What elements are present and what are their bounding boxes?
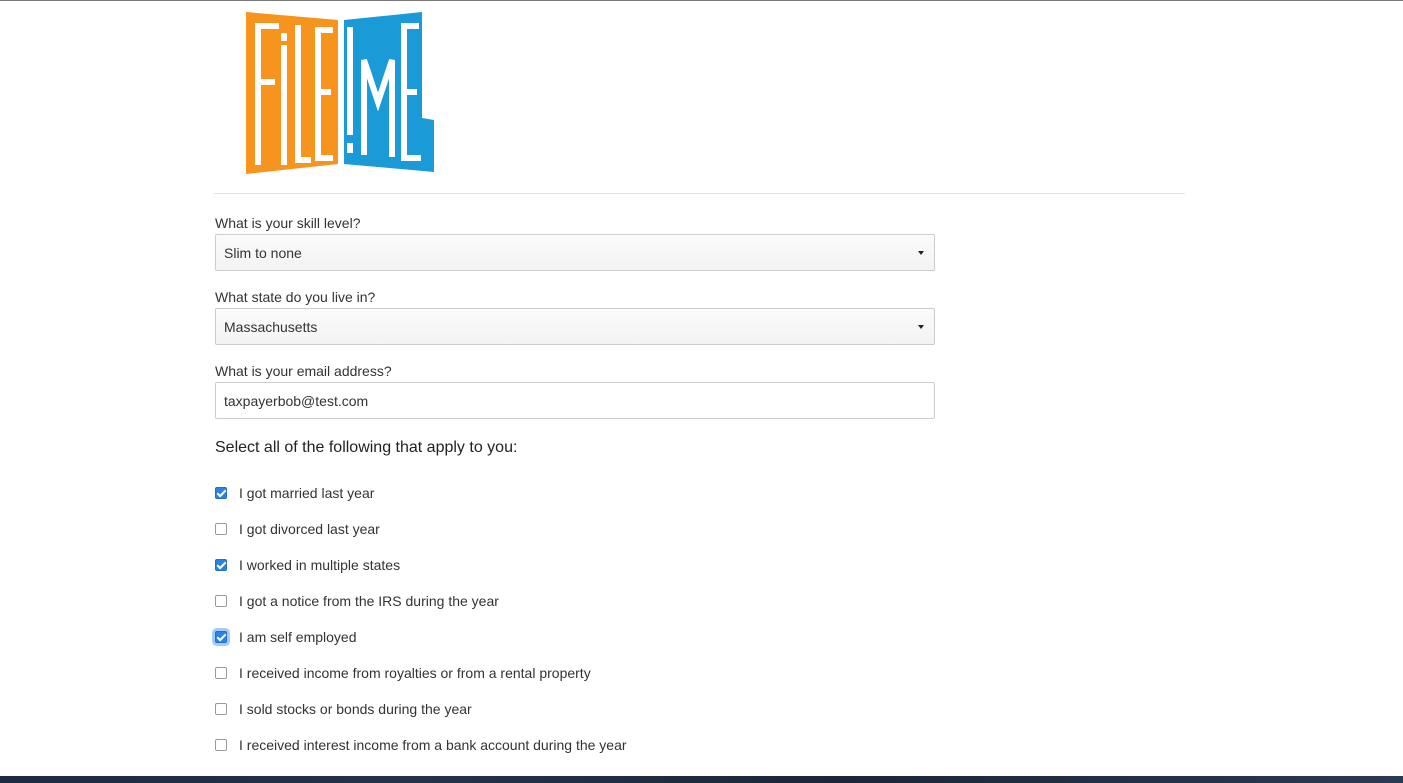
checklist-item-label: I got married last year	[239, 485, 375, 501]
checkbox[interactable]	[215, 487, 227, 499]
state-value: Massachusetts	[224, 319, 318, 335]
checklist-item-label: I got a notice from the IRS during the y…	[239, 593, 499, 609]
email-label: What is your email address?	[215, 363, 392, 379]
chevron-down-icon	[918, 325, 924, 329]
checklist-heading: Select all of the following that apply t…	[215, 439, 518, 456]
checklist-item-label: I received income from royalties or from…	[239, 665, 591, 681]
checkbox[interactable]	[215, 595, 227, 607]
checkbox[interactable]	[215, 703, 227, 715]
skill-level-select[interactable]: Slim to none	[215, 234, 935, 271]
window-top-border	[0, 0, 1403, 1]
checkbox[interactable]	[215, 667, 227, 679]
checklist-item-label: I worked in multiple states	[239, 557, 401, 573]
desktop-background-strip	[0, 776, 1403, 783]
fileme-logo	[246, 12, 434, 174]
skill-level-label: What is your skill level?	[215, 215, 361, 231]
email-field[interactable]	[215, 382, 935, 419]
header-divider	[214, 193, 1185, 194]
checkbox[interactable]	[215, 523, 227, 535]
state-select[interactable]: Massachusetts	[215, 308, 935, 345]
checklist-item-label: I sold stocks or bonds during the year	[239, 701, 472, 717]
checkbox[interactable]	[215, 631, 227, 643]
chevron-down-icon	[918, 251, 924, 255]
checklist-item-label: I received interest income from a bank a…	[239, 737, 627, 753]
checklist-item-label: I am self employed	[239, 629, 357, 645]
checkbox[interactable]	[215, 739, 227, 751]
skill-level-value: Slim to none	[224, 245, 302, 261]
state-label: What state do you live in?	[215, 289, 376, 305]
checklist-item-label: I got divorced last year	[239, 521, 380, 537]
checkbox[interactable]	[215, 559, 227, 571]
